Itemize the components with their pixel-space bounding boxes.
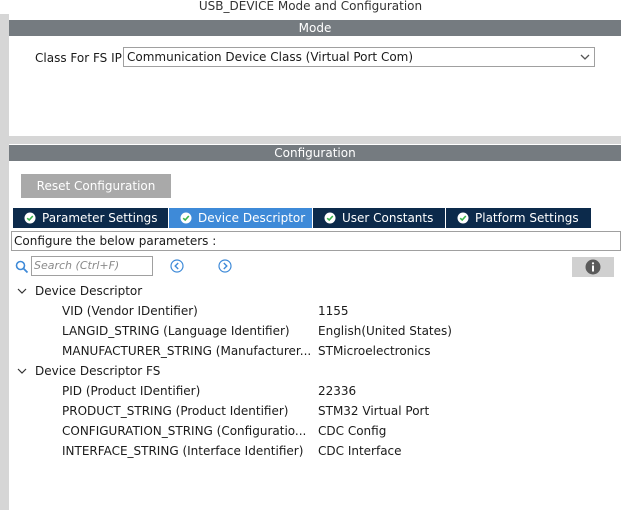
configure-parameters-box: Configure the below parameters : [11,231,621,251]
param-value[interactable]: 1155 [318,302,349,320]
search-icon[interactable] [15,260,29,274]
param-name[interactable]: LANGID_STRING (Language Identifier) [62,322,312,340]
tree-group-label: Device Descriptor [35,284,143,298]
class-for-fs-ip-label: Class For FS IP [35,51,122,65]
mode-header: Mode [9,20,621,36]
param-name[interactable]: INTERFACE_STRING (Interface Identifier) [62,442,312,460]
panel-divider [9,136,621,144]
tab-label: Platform Settings [475,211,579,225]
mode-panel: Class For FS IP Communication Device Cla… [9,36,621,136]
check-circle-icon [457,212,469,224]
tree-group-label: Device Descriptor FS [35,364,161,378]
caret-down-icon [17,368,27,374]
class-for-fs-ip-select[interactable]: Communication Device Class (Virtual Port… [123,47,595,67]
reset-configuration-button[interactable]: Reset Configuration [21,174,171,198]
param-value[interactable]: English(United States) [318,322,452,340]
tab-label: User Constants [342,211,434,225]
param-name[interactable]: VID (Vendor IDentifier) [62,302,312,320]
left-gutter [0,14,9,510]
param-value[interactable]: CDC Interface [318,442,402,460]
info-button[interactable] [572,257,614,277]
tab-device-descriptor[interactable]: Device Descriptor [169,208,312,228]
param-value[interactable]: STMicroelectronics [318,342,430,360]
class-select-value: Communication Device Class (Virtual Port… [127,50,414,64]
param-name[interactable]: PRODUCT_STRING (Product Identifier) [62,402,312,420]
check-circle-icon [324,212,336,224]
tab-platform-settings[interactable]: Platform Settings [446,208,591,228]
param-value[interactable]: STM32 Virtual Port [318,402,429,420]
param-value[interactable]: CDC Config [318,422,386,440]
check-circle-icon [180,212,192,224]
param-name[interactable]: MANUFACTURER_STRING (Manufacturer... [62,342,312,360]
param-name[interactable]: PID (Product IDentifier) [62,382,312,400]
configuration-header: Configuration [9,145,621,161]
window-title: USB_DEVICE Mode and Configuration [198,0,423,13]
tab-parameter-settings[interactable]: Parameter Settings [13,208,168,228]
arrow-left-circle-icon[interactable] [170,259,184,273]
info-icon [585,259,601,275]
param-name[interactable]: CONFIGURATION_STRING (Configuratio... [62,422,312,440]
chevron-down-icon [580,54,590,60]
tab-label: Device Descriptor [198,211,306,225]
tab-label: Parameter Settings [42,211,158,225]
check-circle-icon [24,212,36,224]
caret-down-icon [17,288,27,294]
arrow-right-circle-icon[interactable] [218,259,232,273]
search-input[interactable]: Search (Ctrl+F) [31,256,153,276]
tab-user-constants[interactable]: User Constants [313,208,445,228]
param-value[interactable]: 22336 [318,382,356,400]
